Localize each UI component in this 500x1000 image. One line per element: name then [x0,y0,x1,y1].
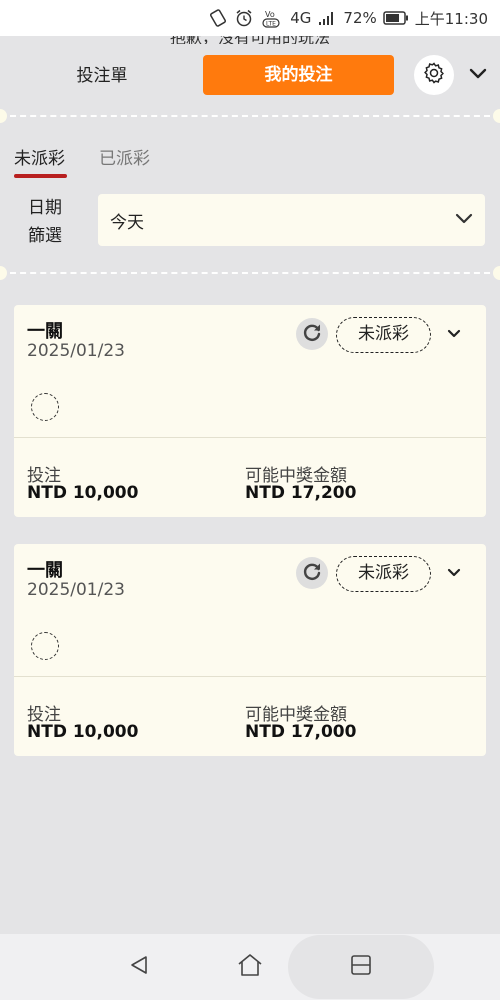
potential-win-amount: NTD 17,200 [245,483,357,503]
chevron-down-icon [469,65,487,84]
volte-icon: Vo LTE [260,7,284,29]
chevron-down-icon [455,210,473,230]
refresh-icon [301,321,323,347]
potential-win-amount: NTD 17,000 [245,722,357,742]
nav-home-button[interactable] [219,934,281,1000]
refresh-button[interactable] [296,318,328,350]
clock: 上午11:30 [414,9,488,28]
battery-percent: 72% [343,9,377,27]
recent-apps-icon [349,953,373,981]
loading-circle-icon [31,632,59,660]
nav-back-button[interactable] [108,934,170,1000]
card-divider [14,437,486,438]
chevron-down-icon [446,325,462,344]
bet-date: 2025/01/23 [27,341,125,361]
chevron-down-icon [446,564,462,583]
date-filter-label: 日期篩選 [28,198,62,246]
date-filter-value: 今天 [110,212,144,233]
loading-circle-icon [31,393,59,421]
bet-date: 2025/01/23 [27,580,125,600]
refresh-button[interactable] [296,557,328,589]
network-type: 4G [290,9,312,27]
bet-type: 一關 [27,321,63,342]
card-divider [14,676,486,677]
bet-card: 一關 2025/01/23 未派彩 投注 NTD 10,000 可能中獎金額 N… [14,544,486,756]
ticket-divider [0,266,500,280]
gear-icon [421,60,447,90]
tab-betslip[interactable]: 投注單 [44,58,160,94]
stake-amount: NTD 10,000 [27,722,139,742]
vibrate-icon [208,8,228,28]
bet-type: 一關 [27,560,63,581]
settings-button[interactable] [414,55,454,95]
bet-card: 一關 2025/01/23 未派彩 投注 NTD 10,000 可能中獎金額 N… [14,305,486,517]
system-nav-bar [0,934,500,1000]
tab-settled[interactable]: 已派彩 [99,140,150,180]
alarm-icon [234,8,254,28]
home-icon [236,952,264,982]
back-triangle-icon [127,953,151,981]
expand-bet-button[interactable] [446,325,462,344]
my-bets-panel: 投注單 我的投注 未派彩 已派彩 日期篩選 今天 一關 2025/01/23 未… [0,44,500,934]
nav-recent-button[interactable] [330,934,392,1000]
date-filter-select[interactable]: 今天 [98,194,485,246]
status-badge: 未派彩 [336,317,431,353]
svg-text:LTE: LTE [266,21,276,28]
tab-unsettled[interactable]: 未派彩 [14,140,67,180]
stake-amount: NTD 10,000 [27,483,139,503]
collapse-panel-button[interactable] [466,62,490,86]
battery-icon [383,11,409,25]
tab-my-bets[interactable]: 我的投注 [203,55,394,95]
ticket-divider [0,109,500,123]
signal-icon [317,10,337,26]
status-badge: 未派彩 [336,556,431,592]
refresh-icon [301,560,323,586]
status-bar: Vo LTE 4G 72% 上午11:30 [0,0,500,36]
expand-bet-button[interactable] [446,564,462,583]
svg-text:Vo: Vo [265,10,275,19]
panel-header: 投注單 我的投注 [0,44,500,106]
settlement-tabs: 未派彩 已派彩 [14,140,150,180]
